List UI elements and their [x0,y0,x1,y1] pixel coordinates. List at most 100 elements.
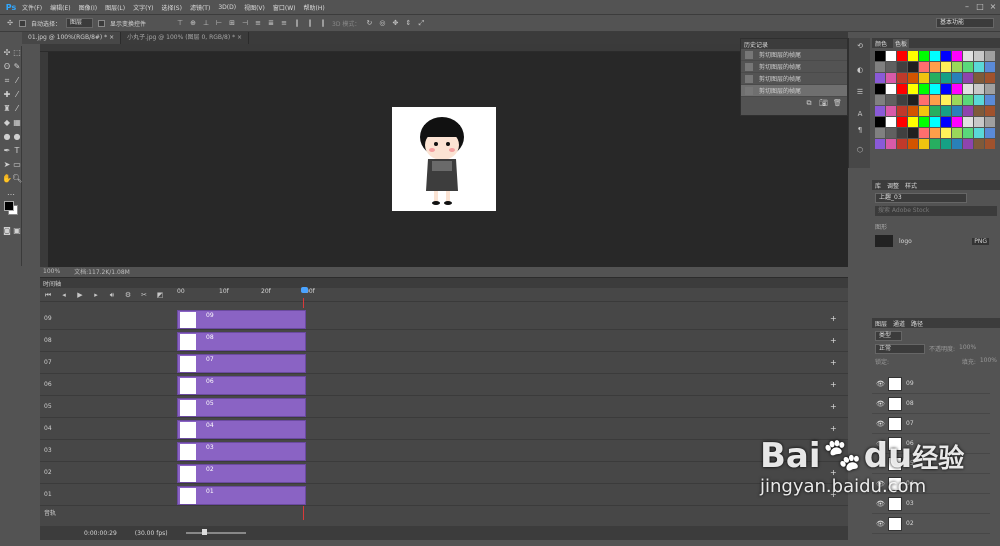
color-swatch[interactable] [908,128,918,138]
split-icon[interactable]: ✂ [140,291,148,299]
3d-icon[interactable]: ⬡ [856,146,864,154]
align-left-icon[interactable]: ⊢ [215,19,223,27]
color-swatch[interactable] [875,117,885,127]
screen-mode-icon[interactable]: ▣ [12,226,22,236]
properties-icon[interactable]: ☰ [856,88,864,96]
history-item[interactable]: 剪切图层的帧尾 [741,49,847,61]
color-swatch[interactable] [908,62,918,72]
close-icon[interactable]: × [988,2,998,12]
stamp-icon[interactable]: ♜ [2,104,12,114]
color-swatch[interactable] [974,117,984,127]
color-swatch[interactable] [941,73,951,83]
tab-layers[interactable]: 图层 [875,319,887,328]
color-swatch[interactable] [908,73,918,83]
zoom-icon[interactable]: 🔍︎ [12,174,22,184]
video-clip[interactable]: 06 [177,376,306,395]
color-swatch[interactable] [875,73,885,83]
maximize-icon[interactable]: □ [975,2,985,12]
color-swatch[interactable] [897,95,907,105]
color-swatch[interactable] [985,95,995,105]
visibility-eye-icon[interactable]: 👁︎ [876,400,885,408]
color-swatch[interactable] [930,62,940,72]
tab-styles[interactable]: 样式 [905,181,917,190]
timeline-zoom-slider[interactable] [185,529,246,535]
eraser-icon[interactable]: ◆ [2,118,12,128]
color-swatch[interactable] [919,51,929,61]
timeline-ruler[interactable]: 00 10f 20f 00f [177,287,847,302]
color-swatch[interactable] [919,95,929,105]
color-swatch[interactable] [930,95,940,105]
menu-image[interactable]: 图像(I) [79,3,97,12]
swatch-grid[interactable] [872,48,1000,152]
color-panel-icon[interactable]: ◐ [856,66,864,74]
color-swatch[interactable] [886,84,896,94]
track-row[interactable]: 02 02 + [40,462,848,484]
color-swatch[interactable] [897,128,907,138]
tab-swatches[interactable]: 色板 [893,38,910,48]
color-swatch[interactable] [963,95,973,105]
color-swatch[interactable] [930,106,940,116]
layer-row[interactable]: 👁︎ 07 [872,414,990,434]
color-swatch[interactable] [930,139,940,149]
lasso-icon[interactable]: ʘ [2,62,12,72]
color-swatch[interactable] [930,128,940,138]
opacity-value[interactable]: 100% [959,344,976,354]
color-swatch[interactable] [963,73,973,83]
color-swatch[interactable] [941,139,951,149]
3d-slide-icon[interactable]: ⇕ [404,19,412,27]
color-swatch[interactable] [963,51,973,61]
color-swatch[interactable] [897,73,907,83]
video-clip[interactable]: 05 [177,398,306,417]
show-transform-checkbox[interactable] [98,19,106,27]
prev-frame-icon[interactable]: ◂ [60,291,68,299]
distribute-bottom-icon[interactable]: ≡ [280,19,288,27]
stock-search-input[interactable]: 搜索 Adobe Stock [875,206,997,216]
layer-row[interactable]: 👁︎ 08 [872,394,990,414]
color-swatch[interactable] [886,95,896,105]
add-media-icon[interactable]: + [830,336,837,345]
tab-libraries[interactable]: 库 [875,181,881,190]
color-swatch[interactable] [952,139,962,149]
play-icon[interactable]: ▶ [76,291,84,299]
zoom-level[interactable]: 100% [43,268,60,275]
color-swatch[interactable] [952,84,962,94]
video-clip[interactable]: 02 [177,464,306,483]
color-swatch[interactable] [930,84,940,94]
color-swatch[interactable] [908,51,918,61]
blend-mode-dropdown[interactable]: 正常 [875,344,925,354]
color-swatch[interactable] [886,117,896,127]
minimize-icon[interactable]: – [962,2,972,12]
type-icon[interactable]: T [12,146,22,156]
color-swatch[interactable] [974,139,984,149]
crop-icon[interactable]: ⌗ [2,76,12,86]
dodge-icon[interactable]: ● [12,132,22,142]
color-swatch[interactable] [919,117,929,127]
history-title[interactable]: 历史记录 [744,40,768,49]
color-swatch[interactable] [875,51,885,61]
color-swatch[interactable] [952,73,962,83]
menu-edit[interactable]: 编辑(E) [50,3,70,12]
pen-icon[interactable]: ✒ [2,146,12,156]
distribute-top-icon[interactable]: ≡ [254,19,262,27]
color-swatch[interactable] [985,62,995,72]
menu-window[interactable]: 窗口(W) [273,3,296,12]
rectangle-icon[interactable]: ▭ [12,160,22,170]
color-swatch[interactable] [952,62,962,72]
more-tools-icon[interactable]: … [6,188,16,198]
visibility-eye-icon[interactable]: 👁︎ [876,420,885,428]
workspace-dropdown[interactable]: 基本功能 [936,18,994,28]
color-swatch[interactable] [963,62,973,72]
brush-icon[interactable]: ⁄ [12,90,22,100]
color-swatch[interactable] [974,95,984,105]
healing-icon[interactable]: ✚ [2,90,12,100]
color-swatch[interactable] [963,84,973,94]
add-media-icon[interactable]: + [830,314,837,323]
color-swatch[interactable] [897,139,907,149]
add-media-icon[interactable]: + [830,358,837,367]
color-swatch[interactable] [875,106,885,116]
color-swatch[interactable] [875,84,885,94]
history-panel-icon[interactable]: ⟲ [856,42,864,50]
align-top-icon[interactable]: ⊤ [176,19,184,27]
color-swatch[interactable] [963,106,973,116]
tab-xiaowanzi-jpg[interactable]: 小丸子.jpg @ 100% (图层 0, RGB/8) * × [121,32,250,44]
